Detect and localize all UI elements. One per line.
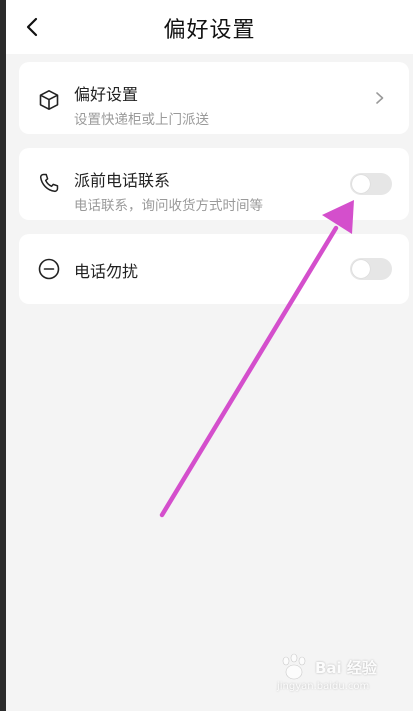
toggle-knob — [352, 260, 370, 278]
do-not-disturb-row: 电话勿扰 — [19, 234, 409, 304]
minus-circle-icon — [38, 258, 60, 280]
row-title: 电话勿扰 — [74, 262, 139, 281]
window-edge — [0, 0, 6, 711]
do-not-disturb-toggle[interactable] — [350, 258, 392, 280]
box-icon — [39, 90, 59, 110]
call-before-delivery-row: 派前电话联系 电话联系，询问收货方式时间等 — [19, 148, 409, 220]
phone-icon — [39, 173, 59, 193]
call-before-delivery-toggle[interactable] — [350, 173, 392, 195]
page-title: 偏好设置 — [163, 18, 256, 43]
paw-icon — [282, 653, 306, 680]
watermark-url: jingyan.baidu.com — [277, 681, 370, 692]
top-bar: 偏好设置 — [6, 0, 413, 54]
row-title: 偏好设置 — [74, 85, 139, 104]
row-subtitle: 设置快递柜或上门派送 — [74, 112, 209, 128]
row-title: 派前电话联系 — [74, 171, 171, 190]
watermark: Bai 经验 jingyan.baidu.com — [275, 651, 399, 697]
preference-settings-row[interactable]: 偏好设置 设置快递柜或上门派送 — [19, 62, 409, 134]
toggle-knob — [352, 175, 370, 193]
chevron-right-icon — [376, 92, 384, 104]
watermark-text: Bai 经验 — [315, 659, 377, 677]
row-subtitle: 电话联系，询问收货方式时间等 — [74, 198, 263, 214]
